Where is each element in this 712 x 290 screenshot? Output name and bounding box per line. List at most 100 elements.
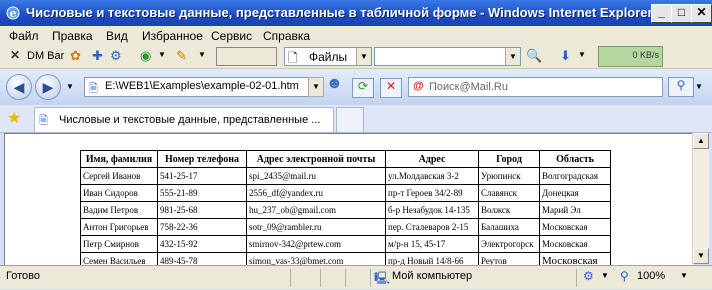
column-header: Область xyxy=(539,150,611,168)
forward-button[interactable]: ▶ xyxy=(35,74,61,100)
folder-combo-value: Файлы xyxy=(309,50,348,64)
computer-icon: 🖳 xyxy=(374,271,391,285)
column-header: Адрес электронной почты xyxy=(246,150,386,168)
chevron-down-icon[interactable]: ▼ xyxy=(578,50,586,66)
refresh-icon[interactable]: ⟳ xyxy=(352,78,374,98)
status-bar: Готово 🖳 Мой компьютер ⚙ ▼ ⚲ 100% ▼ xyxy=(0,265,712,289)
chevron-down-icon[interactable]: ▼ xyxy=(680,271,688,280)
protected-mode-icon[interactable]: ⚙ xyxy=(583,269,594,283)
table-cell: Волгоградская xyxy=(539,167,611,185)
status-divider xyxy=(320,269,321,287)
table-row: Петр Смирнов 432-15-92 smirnov-342@prtew… xyxy=(80,235,611,253)
search-icon[interactable]: ⚲ xyxy=(668,77,694,97)
chevron-down-icon[interactable]: ▼ xyxy=(601,271,609,280)
table-cell: 555-21-89 xyxy=(157,184,247,202)
network-icon[interactable]: ⚙ xyxy=(110,48,122,64)
favorites-star-icon[interactable]: ★ xyxy=(7,108,21,128)
chevron-down-icon[interactable]: ▼ xyxy=(198,50,206,66)
tab-active[interactable]: 🗎 Числовые и текстовые данные, представл… xyxy=(34,107,334,132)
table-cell: пр-т Героев 34/2-89 xyxy=(385,184,479,202)
folder-icon: 🗋 xyxy=(288,51,298,65)
add-icon[interactable]: ✚ xyxy=(92,48,103,64)
chevron-down-icon[interactable]: ▼ xyxy=(308,77,324,97)
stop-icon[interactable]: ✕ xyxy=(380,78,402,98)
table-cell: Антон Григорьев xyxy=(80,218,158,236)
table-row: Антон Григорьев 758-22-36 sotr_09@ramble… xyxy=(80,218,611,236)
table-row: Вадим Петров 981-25-68 hu_237_ob@gmail.c… xyxy=(80,201,611,219)
status-divider xyxy=(345,269,346,287)
page-icon: 🗎 xyxy=(39,115,48,127)
menu-file[interactable]: Файл xyxy=(9,29,39,43)
table-header-row: Имя, фамилия Номер телефона Адрес электр… xyxy=(80,150,611,168)
chevron-down-icon[interactable]: ▼ xyxy=(158,50,166,66)
chevron-down-icon[interactable]: ▼ xyxy=(356,48,371,65)
chevron-down-icon[interactable]: ▼ xyxy=(695,82,703,91)
speed-meter: 0 KB/s xyxy=(598,46,663,67)
close-x-icon[interactable]: ✕ xyxy=(10,48,20,64)
table-cell: Урюпинск xyxy=(478,167,540,185)
table-cell: 2556_df@yandex.ru xyxy=(246,184,386,202)
table-cell: hu_237_ob@gmail.com xyxy=(246,201,386,219)
folder-combo[interactable]: 🗋 Файлы ▼ xyxy=(284,47,372,66)
table-cell: smirnov-342@prtew.com xyxy=(246,235,386,253)
table-row: Сергей Иванов 541-25-17 spi_2435@mail.ru… xyxy=(80,167,611,185)
column-header: Номер телефона xyxy=(157,150,247,168)
column-header: Имя, фамилия xyxy=(80,150,158,168)
dm-bar-label[interactable]: DM Bar xyxy=(27,50,64,66)
menu-bar: Файл Правка Вид Избранное Сервис Справка xyxy=(0,26,712,44)
table-cell: Донецкая xyxy=(539,184,611,202)
svg-text:e: e xyxy=(10,7,17,20)
chevron-down-icon[interactable]: ▼ xyxy=(66,82,74,91)
back-button[interactable]: ◀ xyxy=(6,74,32,100)
table-cell: Московская xyxy=(539,235,611,253)
security-zone: Мой компьютер xyxy=(392,270,473,282)
table-cell: ул.Молдавская 3-2 xyxy=(385,167,479,185)
page-icon: 🗎 xyxy=(89,83,98,95)
speed-value: 0 KB/s xyxy=(632,50,659,60)
table-cell: Московская xyxy=(539,218,611,236)
scroll-up-button[interactable]: ▲ xyxy=(693,133,709,149)
menu-view[interactable]: Вид xyxy=(106,29,128,43)
close-button[interactable]: ✕ xyxy=(691,4,712,23)
toolbar: ✕ DM Bar ✿ ✚ ⚙ ◉ ▼ ✎ ▼ 🗋 Файлы ▼ ▼ 🔍 ⬇ ▼… xyxy=(0,44,712,69)
zoom-level[interactable]: 100% xyxy=(637,270,665,282)
menu-favorites[interactable]: Избранное xyxy=(142,29,203,43)
menu-help[interactable]: Справка xyxy=(263,29,310,43)
internet-explorer-icon: e xyxy=(6,6,20,20)
table-cell: spi_2435@mail.ru xyxy=(246,167,386,185)
menu-edit[interactable]: Правка xyxy=(52,29,93,43)
tab-label: Числовые и текстовые данные, представлен… xyxy=(59,114,321,126)
download-icon[interactable]: ✿ xyxy=(70,48,81,64)
table-cell: Славянск xyxy=(478,184,540,202)
search-icon[interactable]: 🔍 xyxy=(526,48,542,64)
blank-button[interactable] xyxy=(216,47,277,66)
minimize-button[interactable]: _ xyxy=(651,4,672,23)
address-input[interactable]: E:\WEB1\Examples\example-02-01.htm xyxy=(105,80,299,92)
window-title: Числовые и текстовые данные, представлен… xyxy=(26,5,653,20)
vertical-scrollbar[interactable]: ▲ ▼ xyxy=(692,133,709,264)
menu-tools[interactable]: Сервис xyxy=(211,29,252,43)
download-arrow-icon[interactable]: ⬇ xyxy=(560,48,571,64)
status-divider xyxy=(370,269,371,287)
search-combo[interactable]: ▼ xyxy=(374,47,521,66)
status-divider xyxy=(290,269,291,287)
search-box[interactable]: @ Поиск@Mail.Ru xyxy=(408,77,663,97)
column-header: Город xyxy=(478,150,540,168)
table-cell: Иван Сидоров xyxy=(80,184,158,202)
table-cell: 541-25-17 xyxy=(157,167,247,185)
zoom-icon[interactable]: ⚲ xyxy=(620,269,629,283)
status-divider xyxy=(576,269,577,287)
globe-icon[interactable]: ◉ xyxy=(140,48,151,64)
tool-icon[interactable]: ✎ xyxy=(176,48,187,64)
data-table: Имя, фамилия Номер телефона Адрес электр… xyxy=(80,150,611,270)
address-bar[interactable]: 🗎 E:\WEB1\Examples\example-02-01.htm xyxy=(84,77,322,97)
column-header: Адрес xyxy=(385,150,479,168)
chevron-down-icon[interactable]: ▼ xyxy=(505,48,520,65)
scroll-down-button[interactable]: ▼ xyxy=(693,248,709,264)
maximize-button[interactable]: □ xyxy=(671,4,692,23)
table-cell: Петр Смирнов xyxy=(80,235,158,253)
table-cell: Вадим Петров xyxy=(80,201,158,219)
new-tab-button[interactable] xyxy=(336,107,364,132)
compat-view-icon[interactable]: ☻ xyxy=(326,75,343,93)
table-cell: 758-22-36 xyxy=(157,218,247,236)
